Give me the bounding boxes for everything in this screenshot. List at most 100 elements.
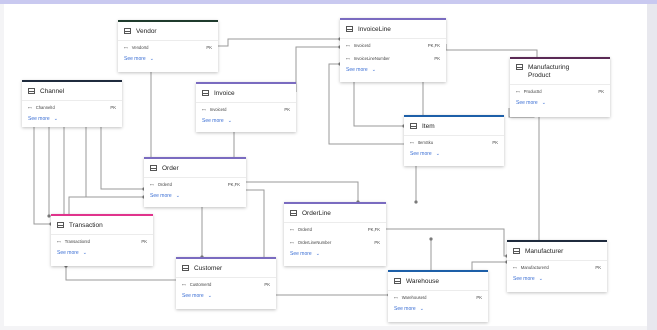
table-card-channel[interactable]: Channel ⊷ ChannelId PK See more ⌄ <box>22 80 122 127</box>
table-card-order[interactable]: Order ⊷ OrderId PK,FK See more ⌄ <box>144 157 246 207</box>
table-header[interactable]: Customer <box>176 259 276 278</box>
table-header[interactable]: InvoiceLine <box>340 20 446 39</box>
column-row[interactable]: ⊷ WarehouseId PK <box>388 291 488 304</box>
rel-order-orderline <box>246 181 359 202</box>
table-title: Item <box>422 122 435 130</box>
table-icon <box>513 248 520 254</box>
table-icon <box>410 123 417 129</box>
column-row[interactable]: ⊷ ItemSku PK <box>404 136 504 149</box>
key-column-icon: ⊷ <box>150 182 154 187</box>
table-title: Warehouse <box>406 277 439 285</box>
table-card-transaction[interactable]: Transaction ⊷ TransactionId PK See more ⌄ <box>51 214 153 266</box>
see-more-link[interactable]: See more ⌄ <box>404 149 504 157</box>
see-more-link[interactable]: See more ⌄ <box>22 114 122 122</box>
rel-vendor-invoiceline <box>218 38 340 47</box>
table-card-manufacturing-product[interactable]: Manufacturing Product ⊷ ProductId PK See mo… <box>510 57 610 117</box>
table-header[interactable]: Transaction <box>51 216 153 235</box>
table-header[interactable]: Channel <box>22 82 122 101</box>
column-row[interactable]: ⊷ OrderLineNumber PK <box>284 236 386 249</box>
see-more-link[interactable]: See more ⌄ <box>196 116 296 124</box>
table-header[interactable]: Order <box>144 159 246 178</box>
key-column-icon: ⊷ <box>28 105 32 110</box>
column-row[interactable]: ⊷ TransactionId PK <box>51 235 153 248</box>
table-icon <box>124 28 131 34</box>
table-title: Channel <box>40 87 65 95</box>
rel-orderline-manufacturer <box>386 228 507 257</box>
table-header[interactable]: Invoice <box>196 84 296 103</box>
table-title: InvoiceLine <box>358 25 391 33</box>
table-icon <box>290 210 297 216</box>
see-more-link[interactable]: See more ⌄ <box>144 191 246 199</box>
see-more-link[interactable]: See more ⌄ <box>176 291 276 299</box>
table-card-warehouse[interactable]: Warehouse ⊷ WarehouseId PK See more ⌄ <box>388 270 488 322</box>
column-name: ManufacturerId <box>520 265 549 270</box>
table-title: Transaction <box>69 221 103 229</box>
table-card-manufacturer[interactable]: Manufacturer ⊷ ManufacturerId PK See more ⌄ <box>507 240 607 292</box>
column-row[interactable]: ⊷ ManufacturerId PK <box>507 261 607 274</box>
table-header[interactable]: Warehouse <box>388 272 488 291</box>
see-more-label: See more <box>150 193 172 199</box>
see-more-link[interactable]: See more ⌄ <box>340 65 446 73</box>
see-more-link[interactable]: See more ⌄ <box>507 274 607 282</box>
rel-invoice-invoiceline <box>295 46 340 92</box>
column-row[interactable]: ⊷ ProductId PK <box>510 85 610 98</box>
see-more-label: See more <box>28 116 50 122</box>
see-more-link[interactable]: See more ⌄ <box>284 249 386 257</box>
column-name: OrderId <box>297 227 312 232</box>
column-row[interactable]: ⊷ VendorId PK <box>118 41 218 54</box>
rel-customer-transaction <box>65 266 179 281</box>
column-key: PK <box>598 89 604 94</box>
scrollbar-track[interactable] <box>647 4 657 330</box>
key-column-icon: ⊷ <box>290 227 294 232</box>
table-icon <box>346 26 353 32</box>
table-card-invoice[interactable]: Invoice ⊷ InvoiceId PK See more ⌄ <box>196 82 296 132</box>
chevron-down-icon: ⌄ <box>419 306 424 312</box>
key-column-icon: ⊷ <box>202 107 206 112</box>
column-key: PK,FK <box>227 182 240 187</box>
column-name: OrderId <box>157 182 172 187</box>
see-more-link[interactable]: See more ⌄ <box>118 54 218 62</box>
see-more-label: See more <box>202 118 224 124</box>
table-card-item[interactable]: Item ⊷ ItemSku PK See more ⌄ <box>404 115 504 166</box>
see-more-link[interactable]: See more ⌄ <box>388 304 488 312</box>
column-name: TransactionId <box>64 239 90 244</box>
chevron-down-icon: ⌄ <box>538 276 543 282</box>
column-key: PK <box>434 56 440 61</box>
chevron-down-icon: ⌄ <box>149 56 154 62</box>
table-card-invoiceline[interactable]: InvoiceLine ⊷ InvoiceId PK,FK ⊷ InvoiceLine… <box>340 18 446 82</box>
key-column-icon: ⊷ <box>346 43 350 48</box>
see-more-label: See more <box>57 250 79 256</box>
column-key: PK <box>141 239 147 244</box>
see-more-link[interactable]: See more ⌄ <box>51 248 153 256</box>
column-row[interactable]: ⊷ OrderId PK,FK <box>284 223 386 236</box>
table-icon <box>394 278 401 284</box>
table-card-customer[interactable]: Customer ⊷ CustomerId PK See more ⌄ <box>176 257 276 309</box>
column-row[interactable]: ⊷ ChannelId PK <box>22 101 122 114</box>
see-more-link[interactable]: See more ⌄ <box>510 98 610 106</box>
column-row[interactable]: ⊷ InvoiceId PK,FK <box>340 39 446 52</box>
column-row[interactable]: ⊷ InvoiceId PK <box>196 103 296 116</box>
table-header[interactable]: OrderLine <box>284 204 386 223</box>
column-name: ItemSku <box>417 140 434 145</box>
table-header[interactable]: Manufacturer <box>507 242 607 261</box>
table-header[interactable]: Manufacturing Product <box>510 59 610 85</box>
see-more-label: See more <box>124 56 146 62</box>
table-header[interactable]: Vendor <box>118 22 218 41</box>
column-name: InvoiceId <box>353 43 371 48</box>
chevron-down-icon: ⌄ <box>371 67 376 73</box>
table-title: Order <box>162 164 179 172</box>
column-key: PK <box>110 105 116 110</box>
table-card-vendor[interactable]: Vendor ⊷ VendorId PK See more ⌄ <box>118 20 218 72</box>
column-row[interactable]: ⊷ InvoiceLineNumber PK <box>340 52 446 65</box>
column-row[interactable]: ⊷ OrderId PK,FK <box>144 178 246 191</box>
see-more-label: See more <box>410 151 432 157</box>
column-name: CustomerId <box>189 282 212 287</box>
table-title: Vendor <box>136 27 157 35</box>
column-name: InvoiceLineNumber <box>353 56 390 61</box>
table-card-orderline[interactable]: OrderLine ⊷ OrderId PK,FK ⊷ OrderLineNumber… <box>284 202 386 266</box>
chevron-down-icon: ⌄ <box>82 250 87 256</box>
column-row[interactable]: ⊷ CustomerId PK <box>176 278 276 291</box>
table-header[interactable]: Item <box>404 117 504 136</box>
column-key: PK <box>476 295 482 300</box>
column-key: PK,FK <box>427 43 440 48</box>
